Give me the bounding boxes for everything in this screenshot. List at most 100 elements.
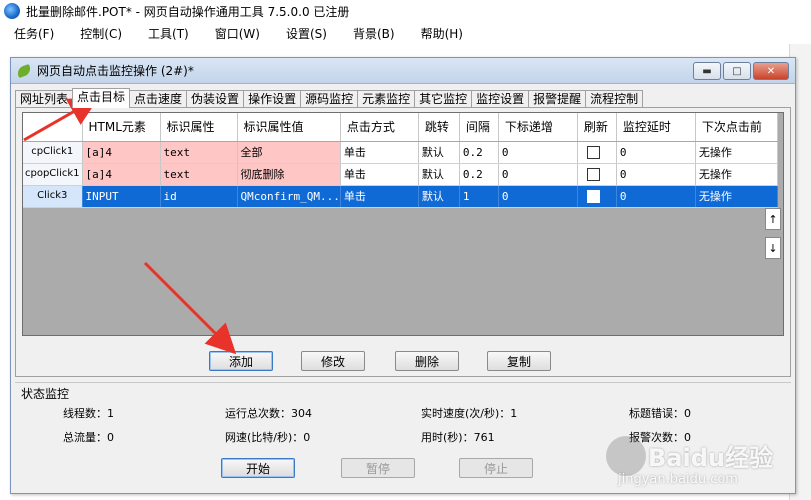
refresh-checkbox[interactable]	[586, 145, 600, 159]
table-cell[interactable]: 无操作	[695, 185, 778, 208]
corner-header	[23, 113, 83, 142]
stat-total-runs: 运行总次数：304	[225, 407, 312, 420]
delete-button[interactable]: 删除	[395, 351, 459, 371]
table-cell[interactable]: text	[160, 163, 238, 186]
move-row-down-button[interactable]: ↓	[765, 237, 781, 259]
table-cell[interactable]: text	[160, 141, 238, 164]
table-cell[interactable]: 默认	[418, 163, 460, 186]
click-target-panel: HTML元素 标识属性 标识属性值 点击方式 跳转 间隔 下标递增 刷新 监控延…	[15, 107, 791, 377]
table-cell[interactable]: QMconfirm_QM...	[237, 185, 341, 208]
tab-monitor-settings[interactable]: 监控设置	[471, 90, 530, 108]
column-header-interval[interactable]: 间隔	[459, 113, 499, 142]
leaf-icon	[15, 63, 33, 78]
table-cell[interactable]: INPUT	[82, 185, 161, 208]
menu-bar: 任务(F) 控制(C) 工具(T) 窗口(W) 设置(S) 背景(B) 帮助(H…	[0, 22, 811, 44]
app-title: 批量删除邮件.POT* - 网页自动操作通用工具 7.5.0.0 已注册	[26, 4, 350, 19]
stop-button[interactable]: 停止	[459, 458, 533, 478]
table-cell[interactable]: 0	[498, 163, 578, 186]
table-cell[interactable]: 0.2	[459, 163, 499, 186]
tab-click-target[interactable]: 点击目标	[72, 88, 131, 108]
column-header-before-next-click[interactable]: 下次点击前	[695, 113, 778, 142]
table-cell[interactable]: 0	[498, 185, 578, 208]
table-cell[interactable]: 单击	[340, 185, 419, 208]
row-header[interactable]: cpClick1	[23, 141, 83, 164]
watermark-url: jingyan.baidu.com	[618, 472, 738, 487]
table-cell[interactable]: 单击	[340, 163, 419, 186]
window-controls: ▬ □ ✕	[691, 62, 789, 80]
menu-control[interactable]: 控制(C)	[74, 23, 128, 44]
menu-help[interactable]: 帮助(H)	[415, 23, 469, 44]
column-header-jump[interactable]: 跳转	[418, 113, 460, 142]
table-cell[interactable]: 全部	[237, 141, 341, 164]
table-row[interactable]: cpopClick1 [a]4 text 彻底删除 单击 默认 0.2 0 0 …	[23, 163, 778, 186]
menu-settings[interactable]: 设置(S)	[280, 23, 333, 44]
column-header-refresh[interactable]: 刷新	[577, 113, 617, 142]
stat-threads: 线程数：1	[63, 407, 114, 420]
table-row-selected[interactable]: Click3 INPUT id QMconfirm_QM... 单击 默认 1 …	[23, 185, 778, 208]
table-cell[interactable]: [a]4	[82, 163, 161, 186]
column-header-click-mode[interactable]: 点击方式	[340, 113, 419, 142]
start-button[interactable]: 开始	[221, 458, 295, 478]
refresh-cell	[577, 141, 617, 164]
table-cell[interactable]: 0.2	[459, 141, 499, 164]
table-cell[interactable]: id	[160, 185, 238, 208]
column-header-id-attr-value[interactable]: 标识属性值	[237, 113, 341, 142]
table-cell[interactable]: 彻底删除	[237, 163, 341, 186]
table-cell[interactable]: 1	[459, 185, 499, 208]
table-row[interactable]: cpClick1 [a]4 text 全部 单击 默认 0.2 0 0 无操作	[23, 141, 778, 164]
tab-flow-control[interactable]: 流程控制	[585, 90, 644, 108]
table-cell[interactable]: [a]4	[82, 141, 161, 164]
stat-traffic: 总流量：0	[63, 431, 114, 444]
table-cell[interactable]: 0	[616, 163, 696, 186]
row-header[interactable]: cpopClick1	[23, 163, 83, 186]
tab-alarm[interactable]: 报警提醒	[528, 90, 587, 108]
table-cell[interactable]: 无操作	[695, 163, 778, 186]
menu-background[interactable]: 背景(B)	[347, 23, 401, 44]
row-header[interactable]: Click3	[23, 185, 83, 208]
tab-element-monitor[interactable]: 元素监控	[357, 90, 416, 108]
table-cell[interactable]: 0	[616, 185, 696, 208]
monitor-window-title-bar[interactable]: 网页自动点击监控操作 (2#)* ▬ □ ✕	[11, 58, 795, 84]
add-button[interactable]: 添加	[209, 351, 273, 371]
column-header-monitor-delay[interactable]: 监控延时	[616, 113, 696, 142]
minimize-button[interactable]: ▬	[693, 62, 721, 80]
monitor-window-title: 网页自动点击监控操作 (2#)*	[37, 64, 194, 78]
edit-button[interactable]: 修改	[301, 351, 365, 371]
refresh-checkbox[interactable]	[586, 189, 600, 203]
tab-source-monitor[interactable]: 源码监控	[300, 90, 359, 108]
baidu-watermark: Baidu经验 jingyan.baidu.com	[606, 436, 782, 494]
paw-logo-icon	[606, 436, 646, 476]
tab-operation[interactable]: 操作设置	[243, 90, 302, 108]
tab-disguise[interactable]: 伪装设置	[186, 90, 245, 108]
tab-other-monitor[interactable]: 其它监控	[414, 90, 473, 108]
column-header-html-element[interactable]: HTML元素	[82, 113, 161, 142]
refresh-checkbox[interactable]	[586, 167, 600, 181]
table-cell[interactable]: 单击	[340, 141, 419, 164]
tab-url-list[interactable]: 网址列表	[15, 90, 74, 108]
table-cell[interactable]: 默认	[418, 141, 460, 164]
app-root: 批量删除邮件.POT* - 网页自动操作通用工具 7.5.0.0 已注册 任务(…	[0, 0, 811, 500]
menu-tools[interactable]: 工具(T)	[142, 23, 195, 44]
menu-task[interactable]: 任务(F)	[8, 23, 60, 44]
menu-window[interactable]: 窗口(W)	[209, 23, 266, 44]
copy-button[interactable]: 复制	[487, 351, 551, 371]
click-target-grid[interactable]: HTML元素 标识属性 标识属性值 点击方式 跳转 间隔 下标递增 刷新 监控延…	[22, 112, 784, 336]
maximize-button[interactable]: □	[723, 62, 751, 80]
column-header-id-attr[interactable]: 标识属性	[160, 113, 238, 142]
tab-click-speed[interactable]: 点击速度	[129, 90, 188, 108]
close-button[interactable]: ✕	[753, 62, 789, 80]
column-header-index-increment[interactable]: 下标递增	[498, 113, 578, 142]
stat-title-errors: 标题错误：0	[629, 407, 691, 420]
stat-elapsed: 用时(秒)：761	[421, 431, 495, 444]
stat-speed: 实时速度(次/秒)：1	[421, 407, 518, 420]
refresh-cell	[577, 185, 617, 208]
pause-button[interactable]: 暂停	[341, 458, 415, 478]
table-cell[interactable]: 0	[498, 141, 578, 164]
table-cell[interactable]: 默认	[418, 185, 460, 208]
table-cell[interactable]: 0	[616, 141, 696, 164]
table-header-row: HTML元素 标识属性 标识属性值 点击方式 跳转 间隔 下标递增 刷新 监控延…	[23, 113, 778, 142]
move-row-up-button[interactable]: ↑	[765, 208, 781, 230]
table-cell[interactable]: 无操作	[695, 141, 778, 164]
refresh-cell	[577, 163, 617, 186]
app-title-bar: 批量删除邮件.POT* - 网页自动操作通用工具 7.5.0.0 已注册	[0, 0, 811, 22]
